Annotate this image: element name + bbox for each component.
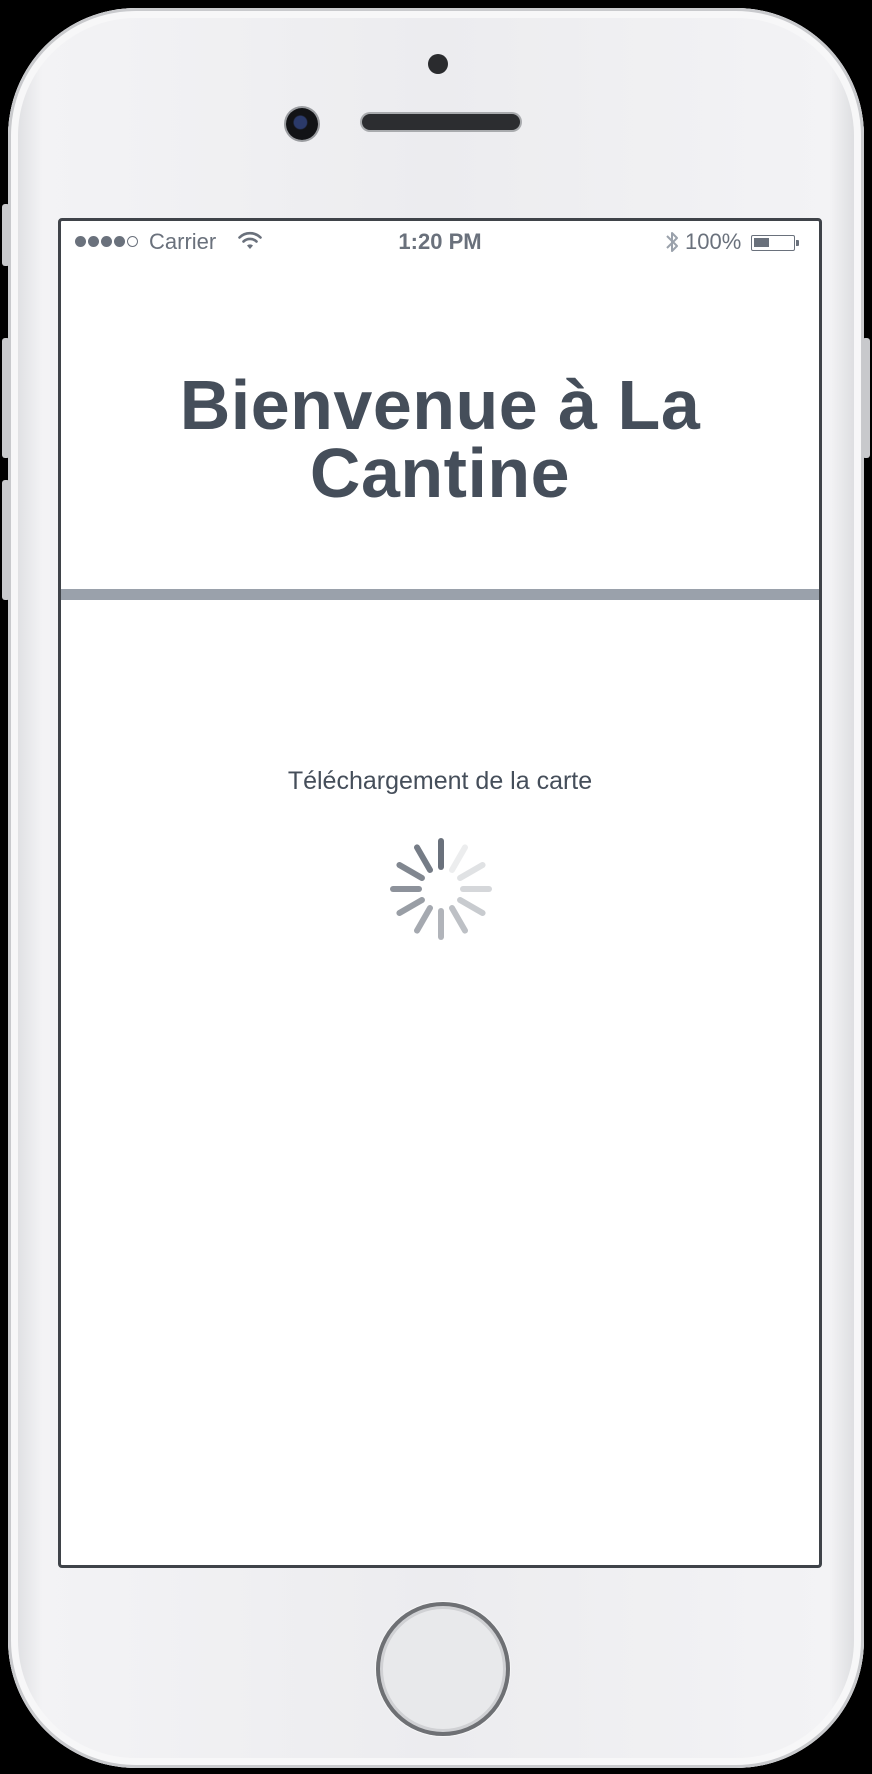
spinner-spoke <box>449 905 468 934</box>
page-title-line1: Bienvenue à La <box>179 366 701 444</box>
front-camera <box>286 108 318 140</box>
page-title: Bienvenue à La Cantine <box>61 370 819 508</box>
spinner-spoke <box>414 844 433 873</box>
volume-down-button <box>2 480 10 600</box>
home-button[interactable] <box>376 1602 510 1736</box>
spinner-spoke <box>396 862 425 881</box>
battery-percent: 100% <box>685 229 742 254</box>
spinner-spoke <box>457 897 486 916</box>
battery-tip <box>796 240 799 246</box>
status-bar: Carrier 1:20 PM 100% <box>61 221 819 261</box>
spinner-spoke <box>449 844 468 873</box>
volume-up-button <box>2 338 10 458</box>
proximity-sensor <box>428 54 448 74</box>
loading-spinner-icon <box>390 838 492 940</box>
mute-switch <box>2 204 10 266</box>
app-screen: Carrier 1:20 PM 100% Bienvenue à La Cant… <box>58 218 822 1568</box>
phone-frame: Carrier 1:20 PM 100% Bienvenue à La Cant… <box>2 8 870 1768</box>
spinner-spoke <box>457 862 486 881</box>
earpiece-speaker <box>362 114 520 130</box>
bluetooth-icon <box>666 232 678 252</box>
power-button <box>862 338 870 458</box>
spinner-spoke <box>414 905 433 934</box>
battery-fill <box>754 238 769 247</box>
battery-icon <box>751 235 795 251</box>
loading-text: Téléchargement de la carte <box>287 767 593 795</box>
spinner-spoke <box>396 897 425 916</box>
page-title-line2: Cantine <box>309 434 571 512</box>
header-divider <box>61 589 819 600</box>
